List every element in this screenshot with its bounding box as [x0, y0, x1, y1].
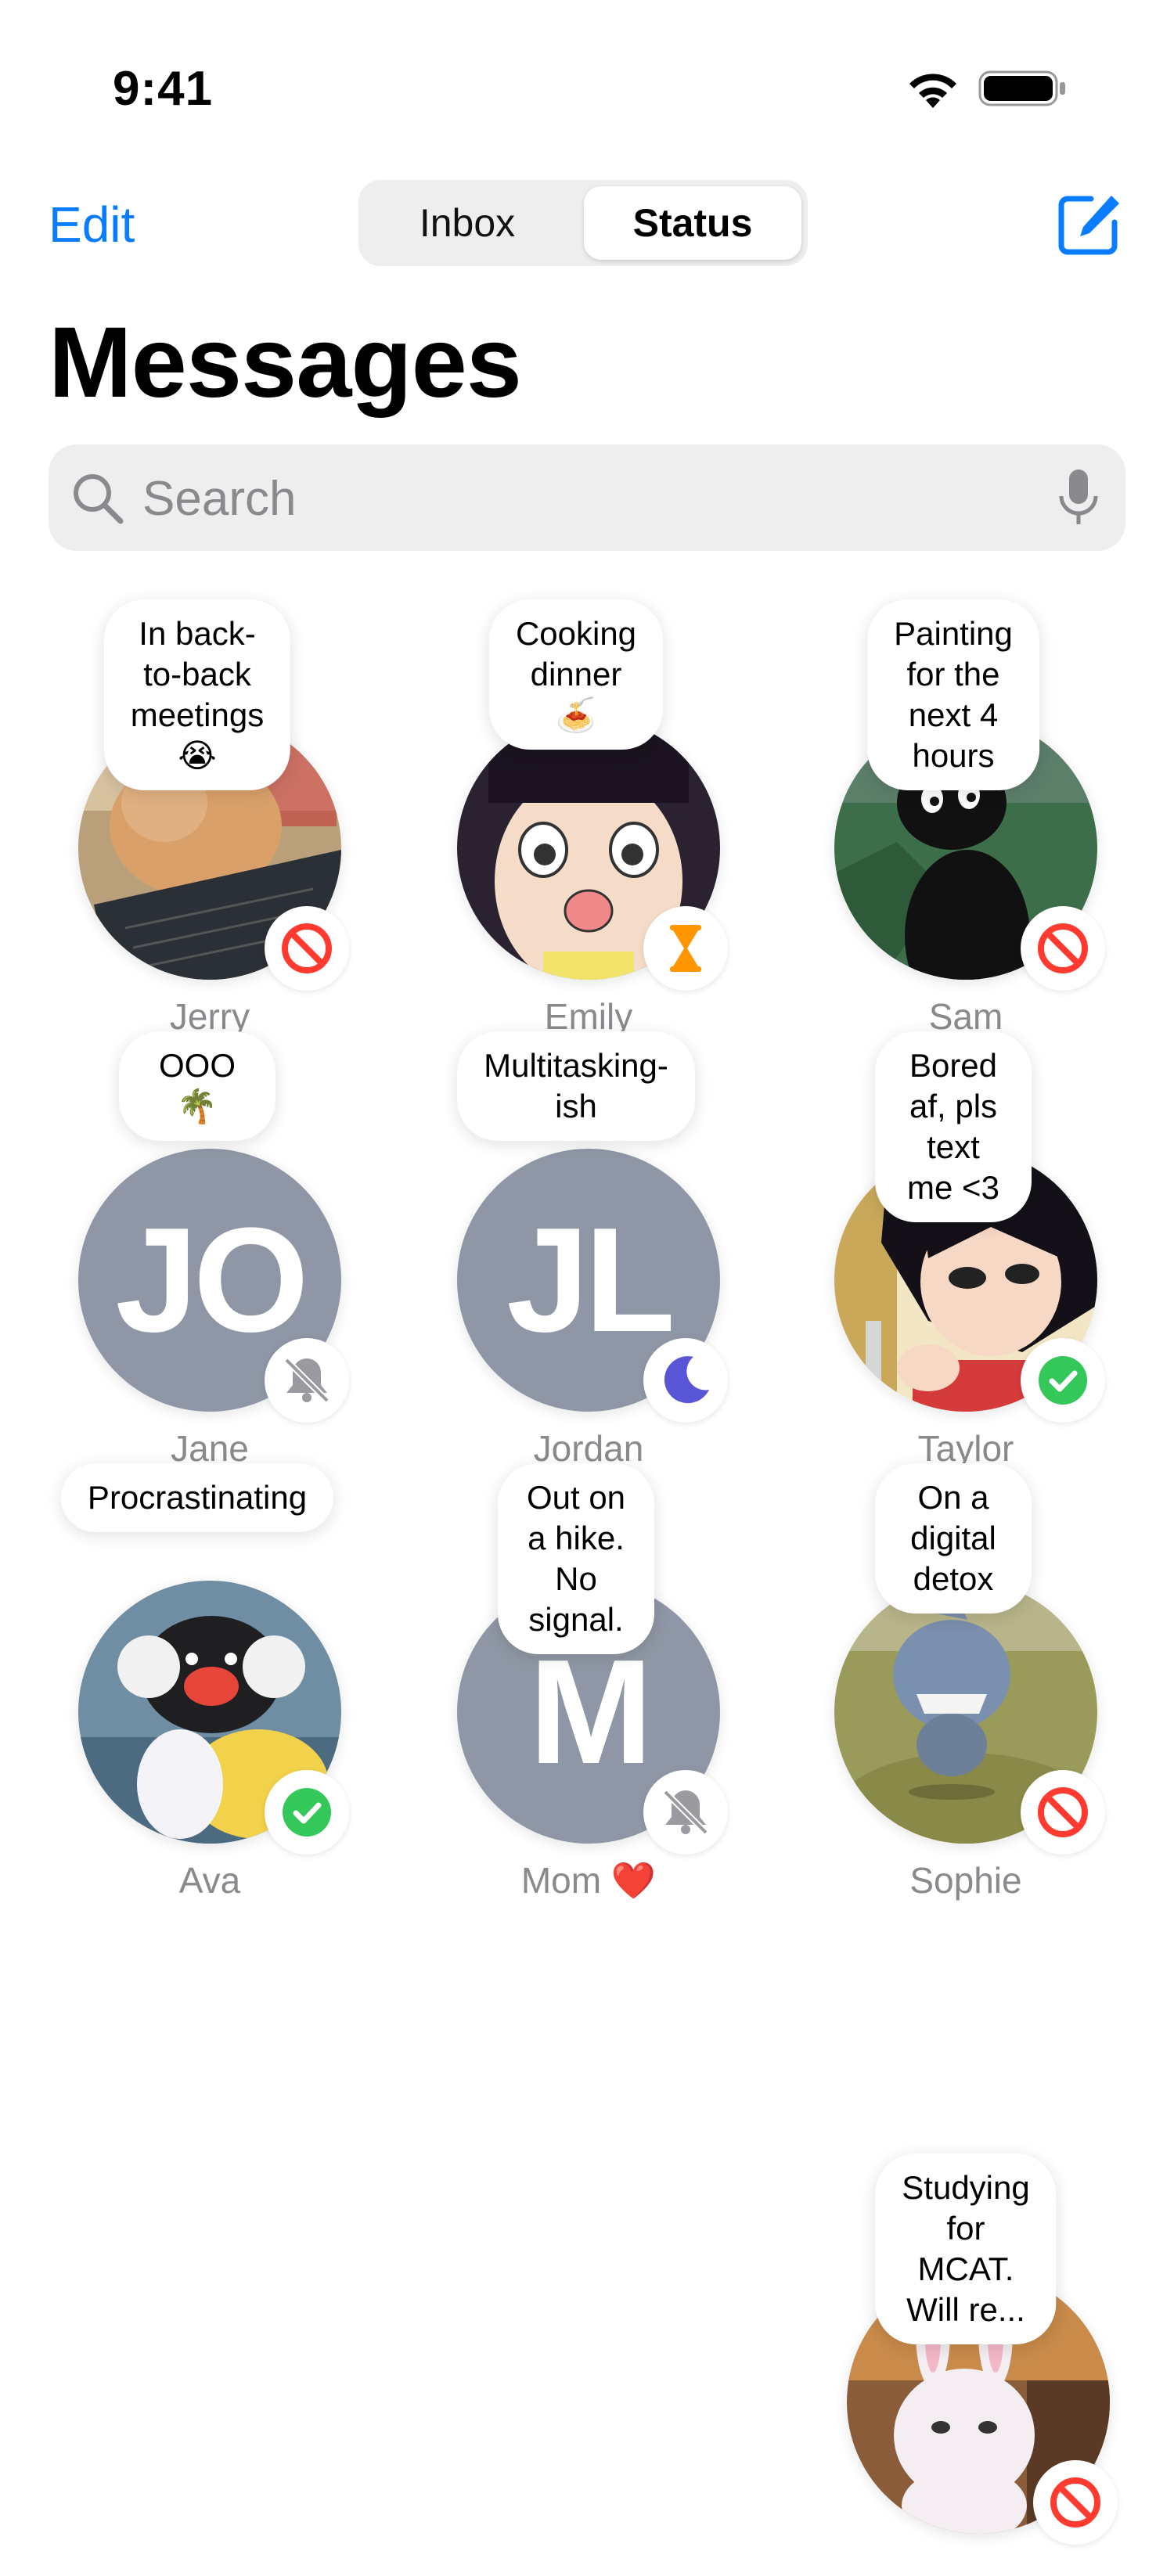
battery-icon: [978, 70, 1065, 106]
status-bubble: Cooking dinner 🍝: [488, 599, 664, 750]
status-time: 9:41: [113, 62, 214, 116]
wifi-icon: [909, 74, 956, 108]
status-bubble: Multitasking-ish: [457, 1031, 695, 1141]
bell-slash-badge: [265, 1338, 349, 1423]
do-not-disturb-badge: [1021, 1770, 1105, 1855]
tab-inbox[interactable]: Inbox: [365, 186, 570, 260]
contact-jane[interactable]: JO OOO 🌴 Jane: [41, 1031, 354, 1469]
contact-name: Ava: [178, 1860, 241, 1901]
bell-slash-icon: [663, 1790, 708, 1835]
contact-mom[interactable]: M Out on a hike. No signal. Mom ❤️: [420, 1463, 733, 1901]
search-bar[interactable]: Search: [49, 444, 1125, 551]
inbox-status-segmented-control: Inbox Status: [358, 180, 808, 266]
checkmark-badge-icon: [1039, 1356, 1087, 1405]
edit-button[interactable]: Edit: [49, 196, 135, 254]
status-bubble: Procrastinating: [60, 1463, 334, 1532]
microphone-icon[interactable]: [1058, 468, 1099, 527]
hourglass-icon: [670, 925, 701, 972]
bell-slash-icon: [284, 1358, 330, 1403]
contact-ava[interactable]: Procrastinating Ava: [41, 1463, 354, 1901]
contact-name: Sophie: [909, 1860, 1022, 1901]
do-not-disturb-badge: [265, 906, 349, 991]
do-not-disturb-icon: [1050, 2477, 1100, 2527]
status-bubble: Out on a hike. No signal.: [498, 1463, 654, 1654]
status-bubble: Bored af, pls text me <3: [875, 1031, 1032, 1222]
bell-slash-badge: [643, 1770, 728, 1855]
contact-floating-dragged[interactable]: Studying for MCAT. Will re...: [809, 2153, 1122, 2576]
hourglass-badge: [643, 906, 728, 991]
checkmark-badge: [1021, 1338, 1105, 1423]
search-icon: [74, 474, 124, 524]
do-not-disturb-icon: [1038, 1787, 1088, 1837]
contact-jerry[interactable]: In back-to-back meetings 😭 Jerry: [41, 599, 354, 1037]
do-not-disturb-icon: [1038, 923, 1088, 973]
contact-name: Mom ❤️: [520, 1860, 657, 1901]
status-bubble: OOO 🌴: [119, 1031, 275, 1141]
contact-sam[interactable]: Painting for the next 4 hours Sam: [797, 599, 1110, 1037]
search-input[interactable]: Search: [142, 471, 296, 527]
compose-icon[interactable]: [1057, 191, 1122, 257]
checkmark-badge-icon: [283, 1788, 331, 1837]
do-not-disturb-badge: [1033, 2460, 1118, 2545]
status-bubble: Painting for the next 4 hours: [867, 599, 1039, 790]
do-not-disturb-badge: [1021, 906, 1105, 991]
status-bar: 9:41: [0, 0, 1174, 157]
moon-icon: [664, 1356, 709, 1404]
tab-status[interactable]: Status: [584, 186, 801, 260]
status-bubble: Studying for MCAT. Will re...: [875, 2153, 1057, 2344]
status-bubble: In back-to-back meetings 😭: [103, 599, 291, 790]
contact-jordan[interactable]: JL Multitasking-ish Jordan: [420, 1031, 733, 1469]
moon-badge: [643, 1338, 728, 1423]
contact-taylor[interactable]: Bored af, pls text me <3 Taylor: [797, 1031, 1110, 1469]
contact-sophie[interactable]: On a digital detox Sophie: [797, 1463, 1110, 1901]
contact-emily[interactable]: Cooking dinner 🍝 Emily: [420, 599, 733, 1037]
page-title: Messages: [49, 307, 522, 419]
checkmark-badge: [265, 1770, 349, 1855]
do-not-disturb-icon: [282, 923, 332, 973]
status-bubble: On a digital detox: [875, 1463, 1032, 1614]
